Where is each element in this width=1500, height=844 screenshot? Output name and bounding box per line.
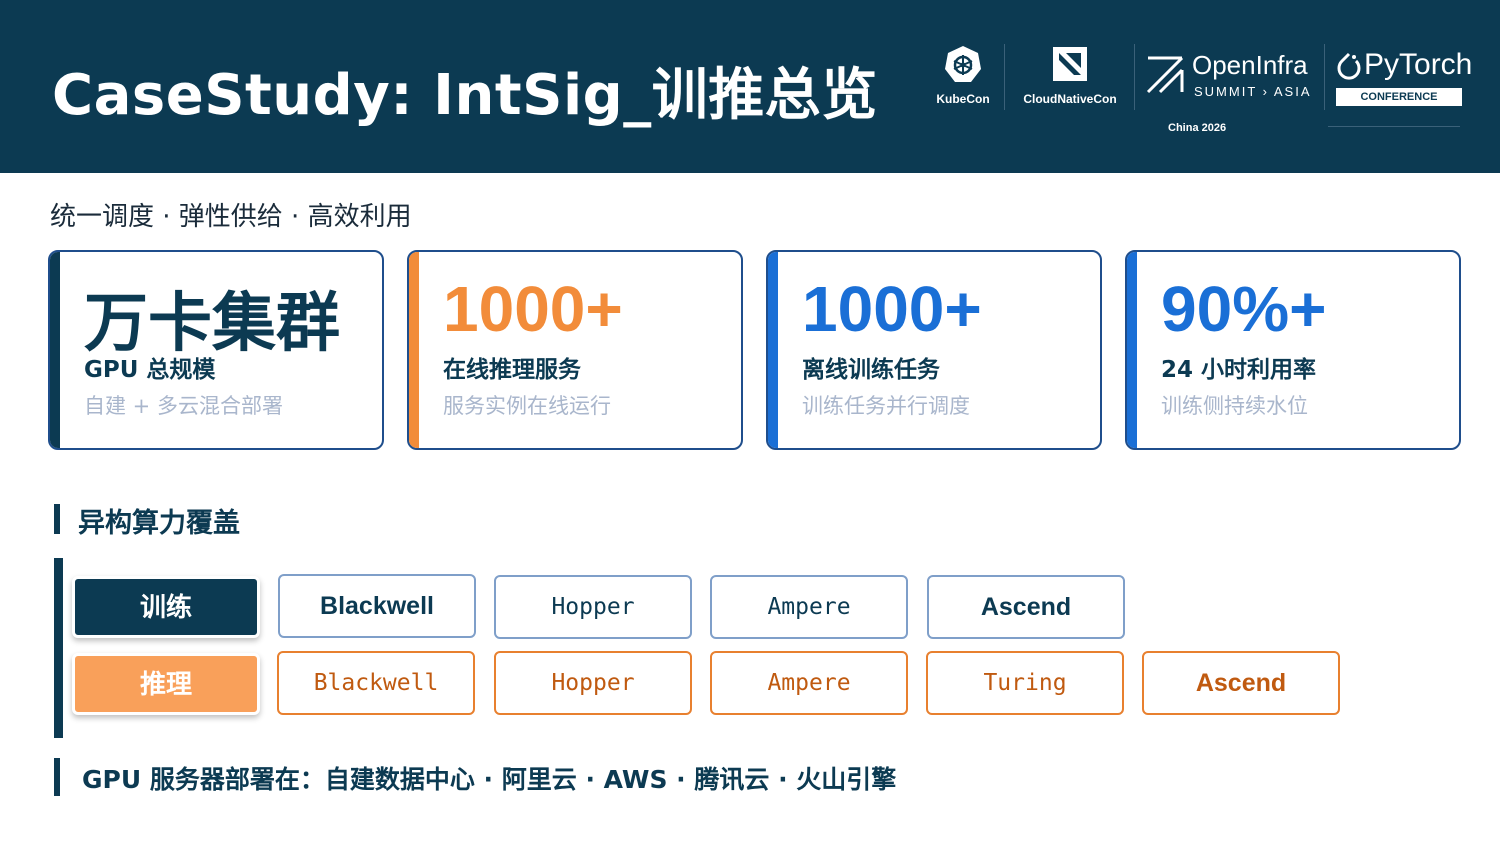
event-location: China 2026 [1168,122,1227,134]
slide-subtitle: 统一调度 · 弹性供给 · 高效利用 [50,202,412,232]
card-accent-bar [768,252,778,448]
stat-value: 1000+ [443,273,623,345]
stat-label: GPU 总规模 [84,357,216,383]
openinfra-icon [1146,56,1184,94]
logo-divider [1134,44,1135,110]
kubernetes-icon [945,46,981,82]
chip-group-marker [54,558,63,738]
card-accent-bar [1127,252,1137,448]
stat-label: 在线推理服务 [443,357,581,383]
training-chip-hopper: Hopper [494,575,692,639]
logo-divider [1004,44,1005,110]
inference-chip-turing: Turing [926,651,1124,715]
inference-chip-ascend: Ascend [1142,651,1340,715]
stat-card-utilization: 90%+ 24 小时利用率 训练侧持续水位 [1125,250,1461,450]
card-accent-bar [409,252,419,448]
stat-card-online-inference: 1000+ 在线推理服务 服务实例在线运行 [407,250,743,450]
inference-chip-blackwell: Blackwell [277,651,475,715]
card-accent-bar [50,252,60,448]
location-rule [1328,126,1460,127]
kubecon-logo: KubeCon [930,44,996,106]
pytorch-flame-icon [1337,52,1361,80]
sponsor-logos: KubeCon CloudNativeCon OpenInfra SUMMIT … [930,40,1473,140]
role-badge-inference: 推理 [72,653,260,715]
page-title: CaseStudy: IntSig_训推总览 [52,63,878,128]
deployment-footnote: GPU 服务器部署在：自建数据中心 · 阿里云 · AWS · 腾讯云 · 火山… [82,765,897,794]
stat-value: 90%+ [1161,273,1327,345]
stat-card-gpu-scale: 万卡集群 GPU 总规模 自建 + 多云混合部署 [48,250,384,450]
footer-marker [54,758,60,796]
stat-description: 服务实例在线运行 [443,394,611,418]
section-marker [54,504,60,534]
cncf-icon [1053,47,1087,81]
cloudnativecon-logo: CloudNativeCon [1012,44,1128,106]
pytorch-badge: CONFERENCE [1336,88,1462,106]
stat-description: 自建 + 多云混合部署 [84,394,283,418]
cloudnativecon-label: CloudNativeCon [1023,92,1117,106]
kubecon-label: KubeCon [936,92,990,106]
section-title: 异构算力覆盖 [78,508,240,539]
pytorch-label: PyTorch [1364,48,1473,81]
openinfra-label: OpenInfra [1192,50,1308,80]
inference-chip-ampere: Ampere [710,651,908,715]
role-badge-training: 训练 [72,576,260,638]
openinfra-sublabel: SUMMIT › ASIA [1194,84,1312,99]
inference-chip-hopper: Hopper [494,651,692,715]
logo-divider [1324,44,1325,110]
stat-description: 训练侧持续水位 [1161,394,1308,418]
stat-label: 24 小时利用率 [1161,357,1317,383]
stat-label: 离线训练任务 [802,357,940,383]
training-chip-ascend: Ascend [927,575,1125,639]
stat-card-offline-training: 1000+ 离线训练任务 训练任务并行调度 [766,250,1102,450]
stat-value: 1000+ [802,273,982,345]
training-chip-blackwell: Blackwell [278,574,476,638]
header-band: CaseStudy: IntSig_训推总览 KubeCon CloudNati… [0,0,1500,173]
stat-description: 训练任务并行调度 [802,394,970,418]
training-chip-ampere: Ampere [710,575,908,639]
